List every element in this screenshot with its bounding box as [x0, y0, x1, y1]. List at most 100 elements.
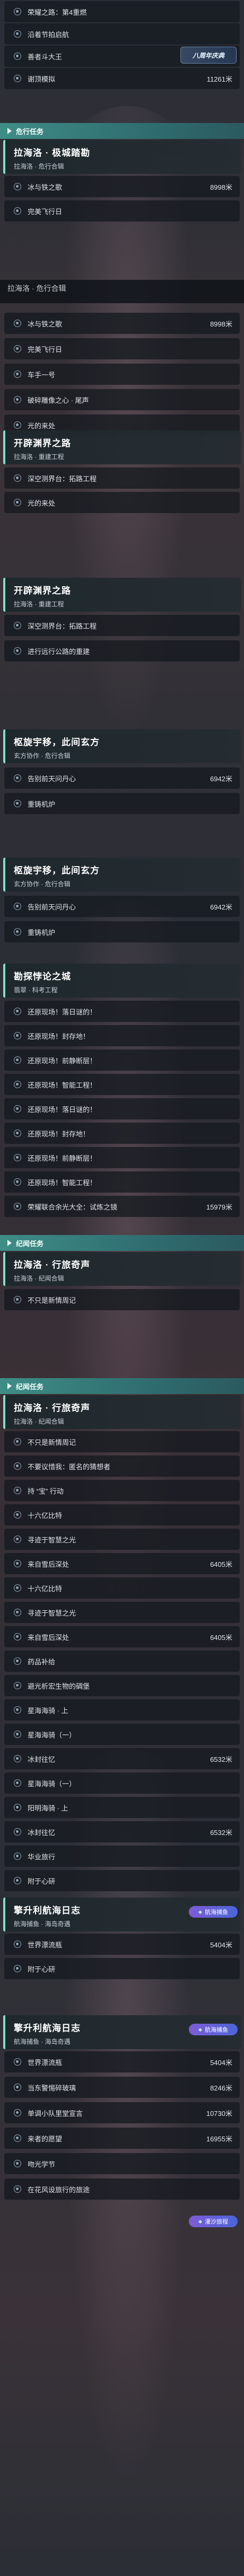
quest-list-item[interactable]: 华业旅行	[4, 1846, 240, 1867]
quest-list-item[interactable]: 荣耀联合余光大全：试炼之镜 15979米	[4, 1196, 240, 1217]
waypoint-icon	[14, 1008, 21, 1015]
waypoint-icon	[14, 1081, 21, 1088]
quest-list-item[interactable]: 来者的愿望 16955米	[4, 2128, 240, 2149]
quest-item-distance: 8998米	[210, 320, 232, 328]
quest-item-label: 车手一号	[28, 370, 56, 379]
waypoint-icon	[14, 1877, 21, 1884]
waypoint-icon	[14, 8, 21, 15]
quest-list-item[interactable]: 进行远行公路的重建	[4, 640, 240, 661]
quest-list-item[interactable]: 还原现场！封存地！	[4, 1123, 240, 1144]
quest-item-label: 进行远行公路的重建	[28, 647, 90, 656]
quest-list-item[interactable]: 附于心研	[4, 1958, 240, 1979]
navigation-badge[interactable]: 航海捕鱼	[189, 1906, 238, 1918]
quest-item-label: 荣耀联合余光大全：试炼之镜	[28, 1203, 118, 1211]
quest-list-item[interactable]: 完美飞行日	[4, 200, 240, 222]
quest-list-item[interactable]: 单调小队里堂宣言 10730米	[4, 2102, 240, 2123]
quest-list-item[interactable]: 当东警惕碎玻璃 8246米	[4, 2077, 240, 2098]
quest-card[interactable]: 拉海洛 · 极城踏勘 拉海洛 · 危行合辑	[3, 140, 241, 174]
quest-item-label: 光的来处	[28, 499, 56, 507]
quest-list-item[interactable]: 完美飞行日	[4, 338, 240, 359]
quest-list-item[interactable]: 来自雪后深处 6405米	[4, 1553, 240, 1574]
quest-list-item[interactable]: 药品补给	[4, 1651, 240, 1672]
quest-list-item[interactable]: 吻光学节	[4, 2153, 240, 2174]
section-title: 危行任务	[16, 127, 44, 136]
waypoint-icon	[14, 1828, 21, 1836]
waypoint-icon	[14, 2084, 21, 2091]
quest-list-item[interactable]: 告别前天问丹心 6942米	[4, 896, 240, 917]
quest-list-item[interactable]: 谢顶模拟 11261米	[4, 68, 240, 89]
quest-list-item[interactable]: 冰与铁之歌 8998米	[4, 176, 240, 197]
waypoint-icon	[14, 370, 21, 378]
quest-list-item[interactable]: 车手一号	[4, 364, 240, 385]
quest-card[interactable]: 勘探悖论之城 翡翠 · 科考工程	[3, 964, 241, 998]
quest-list-item[interactable]: 十六亿比特	[4, 1504, 240, 1525]
quest-list-item[interactable]: 重铸机炉	[4, 921, 240, 942]
quest-list-item[interactable]: 沿着节拍启航	[4, 23, 240, 45]
quest-list-item[interactable]: 告别前天问丹心 6942米	[4, 767, 240, 789]
waypoint-icon	[14, 1633, 21, 1640]
quest-list-item[interactable]: 阳明海骑 · 上	[4, 1797, 240, 1818]
quest-list-item[interactable]: 冰封往忆 6532米	[4, 1821, 240, 1842]
quest-card[interactable]: 开辟渊界之路 拉海洛 · 重建工程	[3, 430, 241, 464]
quest-list-item[interactable]: 寻迹于智慧之光	[4, 1602, 240, 1623]
quest-list-item[interactable]: 还原现场！前静断层！	[4, 1147, 240, 1168]
anniversary-badge[interactable]: 八周年庆典	[180, 47, 237, 64]
quest-list-item[interactable]: 深空测界台：拓路工程	[4, 467, 240, 489]
quest-list-item[interactable]: 光的来处	[4, 492, 240, 513]
quest-list-item[interactable]: 还原现场！前静断层！	[4, 1049, 240, 1071]
quest-list-item[interactable]: 持 “宝” 行动	[4, 1480, 240, 1501]
quest-list-item[interactable]: 来自雪后深处 6405米	[4, 1626, 240, 1647]
quest-list-item[interactable]: 不只是新情周记	[4, 1289, 240, 1310]
navigation-badge[interactable]: 灌沙旅程	[189, 2216, 238, 2227]
quest-list-item[interactable]: 重铸机炉	[4, 793, 240, 814]
quest-card[interactable]: 拉海洛 · 行旅奇声 拉海洛 · 纪闻合辑	[3, 1252, 241, 1286]
quest-item-label: 重铸机炉	[28, 928, 56, 937]
waypoint-icon	[14, 183, 21, 190]
quest-item-label: 谢顶模拟	[28, 75, 56, 83]
quest-list-item[interactable]: 星海海骑（一）	[4, 1772, 240, 1794]
quest-list-item[interactable]: 星海海骑 · 上	[4, 1699, 240, 1721]
quest-list-item[interactable]: 深空测界台：拓路工程	[4, 615, 240, 636]
navigation-badge[interactable]: 航海捕鱼	[189, 2024, 238, 2035]
quest-list-item[interactable]: 星海海骑（一）	[4, 1724, 240, 1745]
expand-triangle-icon	[7, 1240, 12, 1246]
section-header[interactable]: 纪闻任务	[0, 1378, 244, 1394]
quest-card[interactable]: 枢旋宇移，此间玄方 玄方协作 · 危行合辑	[3, 729, 241, 763]
quest-card[interactable]: 枢旋宇移，此间玄方 玄方协作 · 危行合辑	[3, 858, 241, 892]
quest-item-label: 华业旅行	[28, 1852, 56, 1861]
quest-list-item[interactable]: 还原现场！封存地！	[4, 1025, 240, 1046]
quest-item-label: 沿着节拍启航	[28, 30, 69, 39]
waypoint-icon	[14, 499, 21, 506]
waypoint-icon	[14, 396, 21, 403]
quest-item-label: 还原现场！落日谜的！	[28, 1008, 97, 1016]
quest-item-label: 星海海骑（一）	[28, 1779, 76, 1788]
quest-list-item[interactable]: 在花风设旅行的旅途	[4, 2178, 240, 2200]
section-header[interactable]: 纪闻任务	[0, 1235, 244, 1251]
quest-list-item[interactable]: 世界漂流瓶 5404米	[4, 2051, 240, 2072]
quest-list-item[interactable]: 十六亿比特	[4, 1577, 240, 1599]
quest-subtitle: 拉海洛 · 重建工程	[14, 601, 64, 608]
quest-item-label: 还原现场！封存地！	[28, 1032, 90, 1040]
quest-list-item[interactable]: 还原现场！落日谜的！	[4, 1098, 240, 1119]
quest-list-item[interactable]: 不要议惜我：匿名的猜想者	[4, 1455, 240, 1477]
quest-list-item[interactable]: 荣耀之路：第4重燃	[4, 1, 240, 22]
quest-list-item[interactable]: 世界漂流瓶 5404米	[4, 1934, 240, 1955]
quest-item-label: 世界漂流瓶	[28, 1940, 63, 1949]
quest-list-item[interactable]: 冰与铁之歌 8998米	[4, 313, 240, 334]
quest-list-item[interactable]: 附于心研	[4, 1870, 240, 1891]
quest-card[interactable]: 开辟渊界之路 拉海洛 · 重建工程	[3, 578, 241, 612]
quest-card[interactable]: 拉海洛 · 行旅奇声 拉海洛 · 纪闻合辑	[3, 1395, 241, 1429]
quest-list-item[interactable]: 破碎雕像之心 · 尾声	[4, 389, 240, 410]
quest-list-item[interactable]: 冰封往忆 6532米	[4, 1748, 240, 1769]
quest-list-item[interactable]: 寻迹于智慧之光	[4, 1529, 240, 1550]
quest-list-item[interactable]: 避光析宏生物的碉堡	[4, 1675, 240, 1696]
section-header[interactable]: 危行任务	[0, 123, 244, 139]
waypoint-icon	[14, 75, 21, 82]
quest-list-item[interactable]: 不只是新情周记	[4, 1431, 240, 1452]
quest-item-label: 深空测界台：拓路工程	[28, 622, 97, 630]
quest-list-item[interactable]: 还原现场！智能工程！	[4, 1171, 240, 1193]
quest-subtitle: 拉海洛 · 危行合辑	[14, 163, 64, 170]
quest-list-item[interactable]: 还原现场！落日谜的！	[4, 1001, 240, 1022]
quest-group-header: 拉海洛 · 危行合辑	[0, 280, 244, 303]
quest-list-item[interactable]: 还原现场！智能工程！	[4, 1074, 240, 1095]
